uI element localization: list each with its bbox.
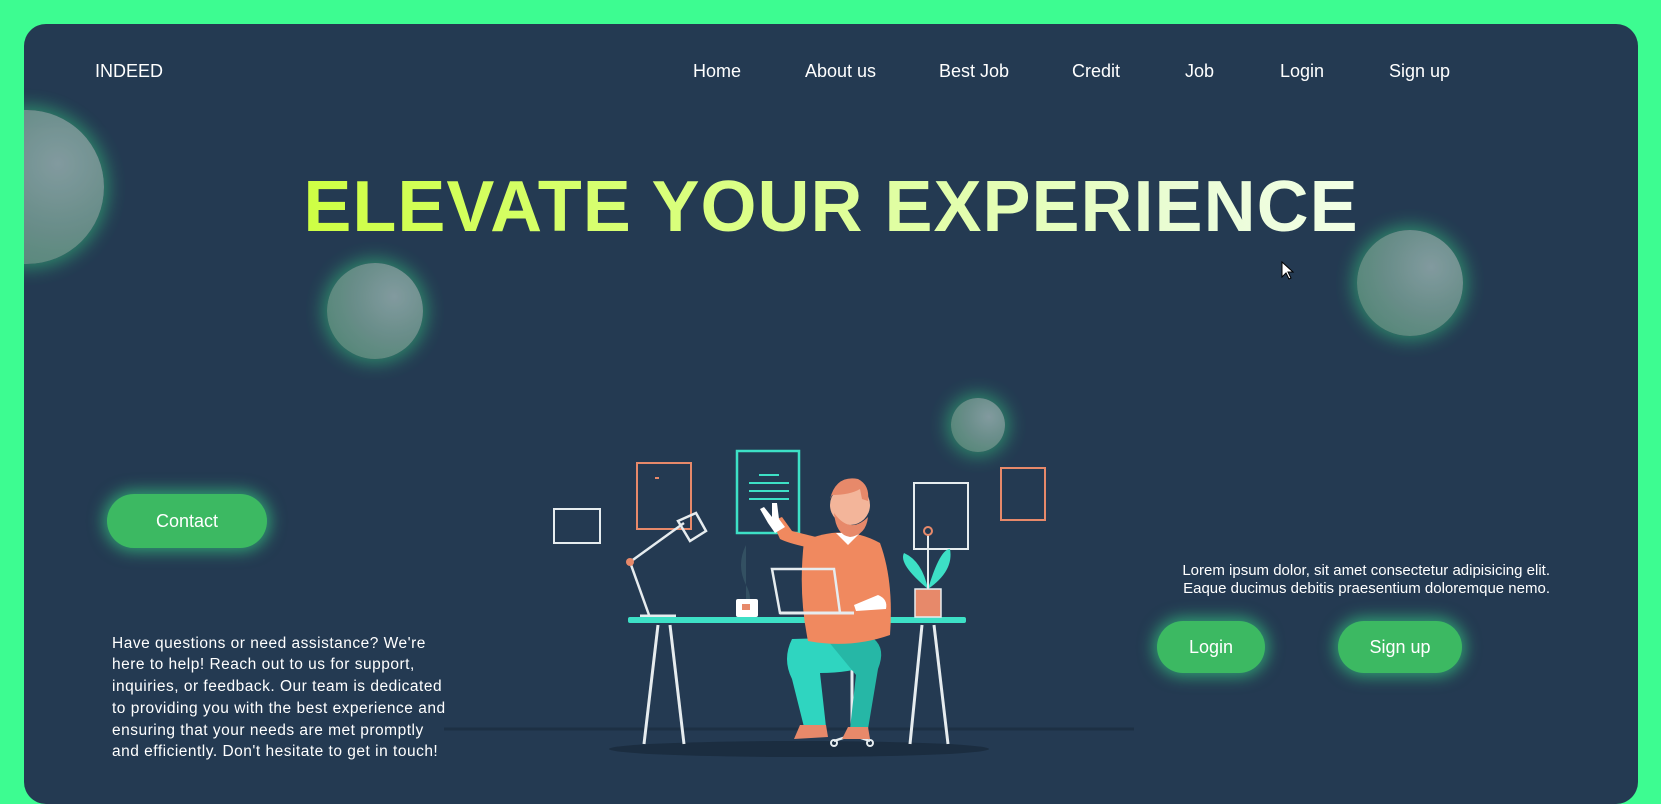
nav-sign-up[interactable]: Sign up bbox=[1389, 61, 1450, 82]
hero-title: ELEVATE YOUR EXPERIENCE bbox=[24, 166, 1638, 248]
contact-description: Have questions or need assistance? We're… bbox=[112, 634, 446, 761]
nav-credit[interactable]: Credit bbox=[1072, 61, 1120, 82]
nav-home[interactable]: Home bbox=[693, 61, 741, 82]
signup-button[interactable]: Sign up bbox=[1338, 621, 1462, 673]
workspace-illustration bbox=[444, 449, 1134, 757]
contact-button[interactable]: Contact bbox=[107, 494, 267, 548]
decor-bubble bbox=[327, 263, 423, 359]
main-card: INDEED Home About us Best Job Credit Job… bbox=[24, 24, 1638, 804]
login-button[interactable]: Login bbox=[1157, 621, 1265, 673]
top-nav: Home About us Best Job Credit Job Login … bbox=[24, 61, 1638, 85]
nav-login[interactable]: Login bbox=[1280, 61, 1324, 82]
nav-about-us[interactable]: About us bbox=[805, 61, 876, 82]
mouse-cursor-icon bbox=[1281, 261, 1295, 280]
aside-description: Lorem ipsum dolor, sit amet consectetur … bbox=[1182, 562, 1550, 597]
nav-best-job[interactable]: Best Job bbox=[939, 61, 1009, 82]
nav-job[interactable]: Job bbox=[1185, 61, 1214, 82]
